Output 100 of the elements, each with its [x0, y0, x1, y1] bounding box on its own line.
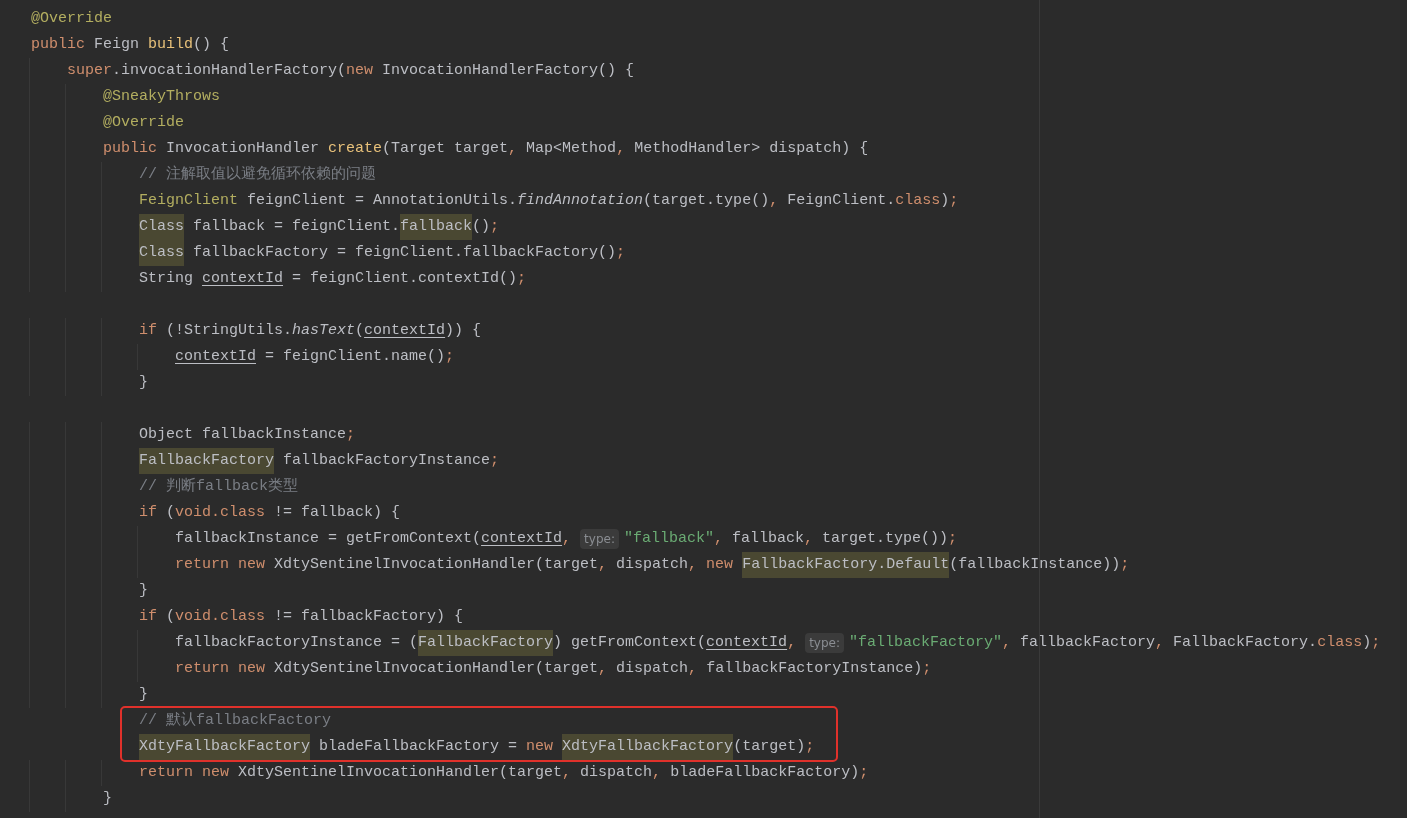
keyword-text: ; — [922, 659, 932, 679]
code-text: bladeFallbackFactory) — [669, 763, 860, 783]
code-text: MethodHandler> dispatch) { — [633, 139, 869, 159]
code-text: FallbackFactory. — [1172, 633, 1318, 653]
type-name-text: FeignClient — [139, 191, 239, 211]
code-text: )) { — [445, 321, 482, 341]
static-method-text: findAnnotation — [517, 191, 644, 211]
keyword-text: , — [804, 529, 813, 549]
keyword-text: , — [598, 659, 608, 679]
keyword-text: , new — [688, 555, 735, 575]
keyword-text: ; — [490, 217, 500, 237]
highlighted-identifier: FallbackFactory — [139, 448, 275, 474]
keyword-text: ; — [1371, 633, 1381, 653]
code-text: (fallbackInstance)) — [949, 555, 1121, 575]
code-text: Object fallbackInstance — [139, 425, 347, 445]
code-text: } — [139, 373, 148, 393]
highlighted-identifier: fallback — [400, 214, 473, 240]
code-text: feignClient = AnnotationUtils. — [246, 191, 518, 211]
method-name-text: create — [328, 139, 383, 159]
code-text: ( — [355, 321, 365, 341]
code-text: fallback — [731, 529, 804, 549]
annotation-text: @Override — [103, 113, 184, 133]
code-text: target.type()) — [821, 529, 949, 549]
code-text: fallback = feignClient. — [192, 217, 401, 237]
keyword-text: if — [139, 503, 157, 523]
code-text: XdtySentinelInvocationHandler(target — [273, 659, 599, 679]
keyword-text: return new — [139, 763, 229, 783]
method-name-text: build — [148, 35, 194, 55]
code-text: } — [103, 789, 112, 809]
code-text: fallbackFactoryInstance) — [705, 659, 923, 679]
keyword-text: ; — [490, 451, 500, 471]
highlighted-identifier: Class — [139, 214, 184, 240]
keyword-text: new — [526, 737, 555, 757]
variable-text: contextId — [175, 347, 256, 367]
code-text: XdtySentinelInvocationHandler(target — [237, 763, 563, 783]
code-text: (Target target — [382, 139, 509, 159]
annotation-text: @Override — [31, 9, 112, 29]
keyword-text: ; — [616, 243, 626, 263]
code-text: XdtySentinelInvocationHandler(target — [273, 555, 599, 575]
variable-text: contextId — [481, 529, 563, 549]
inlay-hint: type: — [805, 633, 844, 653]
variable-text: contextId — [706, 633, 788, 653]
variable-text: contextId — [364, 321, 446, 341]
code-text: dispatch — [615, 659, 689, 679]
keyword-text: , — [787, 633, 797, 653]
keyword-text: , — [616, 139, 626, 159]
keyword-text: void.class — [175, 607, 266, 627]
keyword-text: return new — [175, 555, 265, 575]
code-text: fallbackInstance = getFromContext( — [175, 529, 482, 549]
code-text: } — [139, 581, 148, 601]
code-text: (target) — [733, 737, 806, 757]
code-text: () — [472, 217, 491, 237]
keyword-text: void.class — [175, 503, 266, 523]
keyword-text: , — [713, 529, 723, 549]
keyword-text: if — [139, 321, 157, 341]
keyword-text: class — [1317, 633, 1363, 653]
code-text: fallbackFactory — [1019, 633, 1156, 653]
keyword-text: , — [1002, 633, 1012, 653]
keyword-text: super — [67, 61, 112, 81]
comment-text: // 注解取值以避免循环依赖的问题 — [139, 164, 376, 185]
code-text: InvocationHandlerFactory() { — [381, 61, 635, 81]
keyword-text: , — [652, 763, 662, 783]
highlighted-identifier: FallbackFactory.Default — [742, 552, 950, 578]
keyword-text: ; — [517, 269, 527, 289]
keyword-text: ; — [445, 347, 455, 367]
keyword-text: new — [346, 61, 374, 81]
code-text: ( — [165, 503, 176, 523]
keyword-text: , — [1155, 633, 1165, 653]
keyword-text: , — [508, 139, 518, 159]
code-text: dispatch — [579, 763, 653, 783]
keyword-text: if — [139, 607, 157, 627]
keyword-text: , — [562, 763, 572, 783]
comment-text: // 默认fallbackFactory — [139, 711, 332, 731]
highlighted-identifier: FallbackFactory — [418, 630, 554, 656]
code-text: bladeFallbackFactory = — [318, 737, 519, 757]
keyword-text: , — [769, 191, 779, 211]
code-text: String — [139, 269, 194, 289]
code-text: != fallback) { — [273, 503, 401, 523]
string-literal: "fallback" — [623, 529, 714, 549]
code-text: (target.type() — [643, 191, 770, 211]
static-method-text: hasText — [292, 321, 356, 341]
code-text: ) — [1362, 633, 1372, 653]
highlighted-identifier: XdtyFallbackFactory — [139, 734, 311, 760]
inlay-hint: type: — [580, 529, 619, 549]
keyword-text: , — [562, 529, 572, 549]
highlighted-identifier: XdtyFallbackFactory — [562, 734, 734, 760]
code-text: FeignClient. — [786, 191, 896, 211]
keyword-text: ; — [346, 425, 356, 445]
annotation-text: @SneakyThrows — [103, 87, 221, 107]
keyword-text: ; — [1120, 555, 1130, 575]
keyword-text: ; — [805, 737, 815, 757]
code-text: .invocationHandlerFactory( — [112, 61, 347, 81]
code-text: ) getFromContext( — [553, 633, 707, 653]
highlighted-identifier: Class — [139, 240, 184, 266]
code-text: ) — [940, 191, 950, 211]
code-text: () { — [193, 35, 230, 55]
code-text: Map<Method — [525, 139, 617, 159]
code-text: fallbackFactory = feignClient.fallbackFactory() — [192, 243, 617, 263]
code-text: ( — [165, 607, 176, 627]
code-text: fallbackFactoryInstance — [282, 451, 491, 471]
